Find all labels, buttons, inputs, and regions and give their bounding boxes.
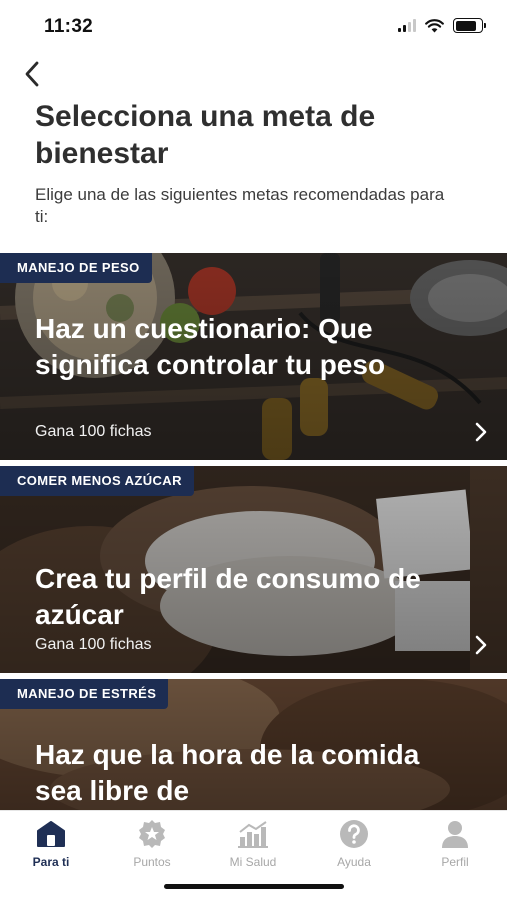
home-indicator[interactable]	[164, 884, 344, 889]
bar-chart-icon	[236, 819, 270, 849]
battery-icon	[453, 18, 486, 33]
card-title: Haz que la hora de la comida sea libre d…	[35, 739, 420, 806]
chevron-right-icon	[475, 422, 487, 442]
card-tag: MANEJO DE PESO	[0, 253, 152, 283]
card-tag: MANEJO DE ESTRÉS	[0, 679, 169, 709]
tab-para-ti[interactable]: Para ti	[6, 819, 96, 869]
tab-label: Mi Salud	[229, 855, 277, 869]
status-bar: 11:32	[0, 0, 507, 54]
card-reward: Gana 100 fichas	[35, 636, 152, 653]
goal-card-stress[interactable]: MANEJO DE ESTRÉS Haz que la hora de la c…	[0, 679, 507, 810]
home-icon	[34, 819, 68, 849]
status-time: 11:32	[44, 16, 94, 37]
status-icons	[398, 18, 486, 33]
tab-mi-salud[interactable]: Mi Salud	[208, 819, 298, 869]
cellular-signal-icon	[398, 19, 416, 32]
person-icon	[438, 819, 472, 849]
tab-label: Ayuda	[337, 855, 371, 869]
card-reward: Gana 100 fichas	[35, 423, 152, 440]
card-title: Crea tu perfil de consumo de azúcar	[35, 563, 421, 630]
back-button[interactable]	[14, 56, 50, 92]
card-tag: COMER MENOS AZÚCAR	[0, 466, 194, 496]
tab-label: Para ti	[32, 855, 70, 869]
chevron-left-icon	[25, 61, 39, 87]
tab-ayuda[interactable]: Ayuda	[309, 819, 399, 869]
goal-card-sugar[interactable]: COMER MENOS AZÚCAR Crea tu perfil de con…	[0, 466, 507, 673]
card-title: Haz un cuestionario: Que significa contr…	[35, 313, 386, 380]
tab-label: Puntos	[133, 855, 171, 869]
tab-label: Perfil	[441, 855, 469, 869]
star-badge-icon	[135, 819, 169, 849]
chevron-right-icon	[475, 635, 487, 655]
page-title: Selecciona una meta de bienestar	[35, 100, 376, 170]
wifi-icon	[425, 18, 444, 32]
tab-perfil[interactable]: Perfil	[410, 819, 500, 869]
tab-puntos[interactable]: Puntos	[107, 819, 197, 869]
goal-card-weight[interactable]: MANEJO DE PESO Haz un cuestionario: Que …	[0, 253, 507, 460]
page-subtitle: Elige una de las siguientes metas recome…	[35, 185, 445, 226]
help-icon	[337, 819, 371, 849]
